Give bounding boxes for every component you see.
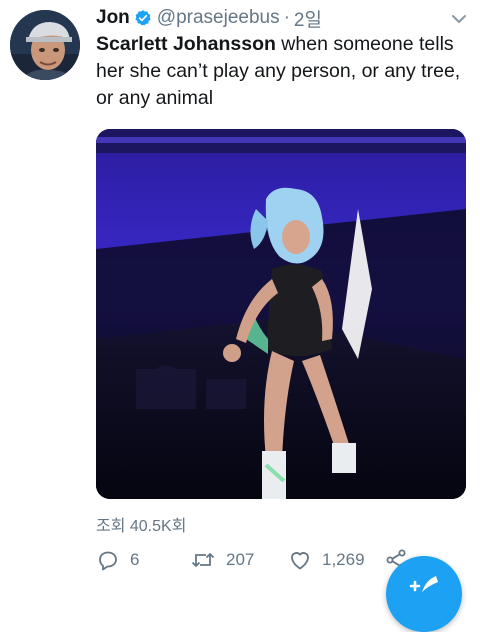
- reply-count: 6: [130, 550, 140, 569]
- tweet-header: Jon @prasejeebus · 2일: [96, 5, 322, 32]
- author-avatar[interactable]: [10, 10, 80, 80]
- tweet-timestamp[interactable]: 2일: [294, 5, 322, 32]
- heart-icon: [288, 548, 312, 572]
- tweet[interactable]: Jon @prasejeebus · 2일 Scarlett Johansson…: [0, 0, 480, 632]
- separator-dot: ·: [283, 7, 290, 28]
- verified-badge-icon: [134, 9, 152, 27]
- tweet-text-bold: Scarlett Johansson: [96, 33, 276, 55]
- compose-tweet-button[interactable]: [386, 556, 462, 632]
- retweet-icon: [190, 548, 216, 572]
- reply-icon: [96, 548, 120, 572]
- like-count: 1,269: [322, 550, 365, 569]
- author-handle[interactable]: @prasejeebus: [157, 7, 280, 29]
- retweet-count: 207: [226, 550, 255, 569]
- chevron-down-icon[interactable]: [450, 10, 468, 28]
- like-button[interactable]: 1,269: [288, 548, 365, 572]
- tweet-text: Scarlett Johansson when someone tells he…: [96, 31, 468, 112]
- view-count: 조회 40.5K회: [96, 518, 187, 535]
- retweet-button[interactable]: 207: [190, 548, 254, 572]
- tweet-video[interactable]: [96, 129, 466, 499]
- author-display-name[interactable]: Jon: [96, 7, 130, 29]
- reply-button[interactable]: 6: [96, 548, 139, 572]
